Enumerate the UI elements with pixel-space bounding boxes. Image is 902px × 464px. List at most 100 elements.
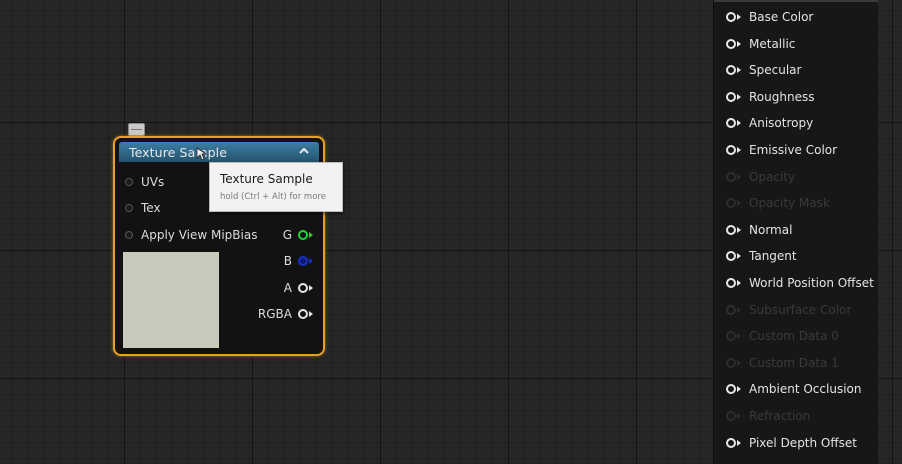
input-pin-apply-view-mipbias[interactable]: Apply View MipBias — [125, 228, 257, 242]
pin-arrow-icon — [309, 311, 313, 317]
pin-arrow-icon — [737, 306, 741, 313]
material-input-label: Custom Data 1 — [749, 355, 839, 370]
material-input-label: Tangent — [749, 249, 797, 264]
result-node-header-edge — [714, 0, 878, 2]
pin-socket-icon[interactable] — [726, 384, 736, 395]
output-pin-b[interactable]: B — [284, 254, 313, 268]
material-input-opacity[interactable]: Opacity — [726, 170, 795, 184]
output-pin-label: A — [283, 281, 292, 295]
material-input-anisotropy[interactable]: Anisotropy — [726, 116, 813, 130]
input-pin-label: Apply View MipBias — [141, 228, 258, 242]
pin-socket-icon[interactable] — [726, 411, 736, 421]
pin-socket-icon[interactable] — [726, 278, 736, 288]
material-input-subsurface-color[interactable]: Subsurface Color — [726, 303, 851, 317]
material-input-pixel-depth-offset[interactable]: Pixel Depth Offset — [726, 436, 857, 450]
pin-socket-icon[interactable] — [726, 65, 736, 76]
pin-arrow-icon — [309, 232, 313, 238]
pin-arrow-icon — [737, 359, 741, 366]
output-pin-label: B — [283, 254, 292, 268]
material-input-label: Opacity Mask — [749, 196, 830, 211]
pin-socket-icon[interactable] — [726, 357, 736, 368]
chevron-up-icon[interactable] — [297, 144, 311, 158]
output-pin-a[interactable]: A — [284, 281, 313, 295]
output-pin-label: G — [282, 228, 292, 242]
pin-socket-icon[interactable] — [125, 178, 133, 186]
pin-socket-icon[interactable] — [125, 204, 133, 212]
pin-socket-icon[interactable] — [298, 256, 308, 266]
material-input-label: Emissive Color — [749, 143, 838, 157]
pin-socket-icon[interactable] — [726, 171, 736, 182]
tooltip-title: Texture Sample — [220, 172, 313, 186]
material-input-base-color[interactable]: Base Color — [726, 10, 813, 24]
pin-socket-icon[interactable] — [726, 12, 736, 22]
input-pin-uvs[interactable]: UVs — [125, 175, 164, 189]
input-pin-tex[interactable]: Tex — [125, 201, 161, 215]
material-input-label: Pixel Depth Offset — [749, 435, 857, 450]
output-pin-g[interactable]: G — [283, 228, 313, 242]
pin-arrow-icon — [737, 386, 741, 393]
material-input-emissive-color[interactable]: Emissive Color — [726, 143, 837, 157]
mouse-cursor-icon — [196, 147, 208, 161]
pin-arrow-icon — [737, 40, 741, 47]
material-input-specular[interactable]: Specular — [726, 63, 801, 77]
pin-socket-icon[interactable] — [125, 231, 133, 239]
pin-arrow-icon — [737, 226, 741, 233]
pin-socket-icon[interactable] — [726, 38, 736, 49]
material-input-custom-data-1[interactable]: Custom Data 1 — [726, 356, 839, 370]
pin-socket-icon[interactable] — [298, 309, 308, 319]
material-input-label: Anisotropy — [749, 116, 814, 131]
material-input-metallic[interactable]: Metallic — [726, 37, 795, 51]
material-input-label: Roughness — [749, 89, 815, 104]
material-input-opacity-mask[interactable]: Opacity Mask — [726, 196, 830, 210]
pin-socket-icon[interactable] — [726, 331, 736, 342]
node-preview-toggle[interactable] — [128, 123, 145, 136]
pin-socket-icon[interactable] — [726, 198, 736, 209]
output-pin-rgba[interactable]: RGBA — [258, 307, 313, 321]
pin-socket-icon[interactable] — [726, 118, 736, 129]
pin-arrow-icon — [309, 285, 313, 291]
material-graph-canvas[interactable]: Texture Sample UVs Tex Apply View MipBia… — [0, 0, 902, 464]
material-input-label: Subsurface Color — [749, 302, 852, 317]
material-input-refraction[interactable]: Refraction — [726, 409, 810, 423]
input-pin-label: UVs — [141, 175, 165, 189]
material-input-normal[interactable]: Normal — [726, 223, 792, 237]
material-input-label: Metallic — [749, 36, 796, 51]
material-input-roughness[interactable]: Roughness — [726, 90, 814, 104]
pin-arrow-icon — [737, 14, 741, 20]
tooltip-hint: hold (Ctrl + Alt) for more — [220, 192, 326, 202]
pin-socket-icon[interactable] — [726, 91, 736, 102]
material-input-tangent[interactable]: Tangent — [726, 249, 797, 263]
node-header[interactable]: Texture Sample — [119, 142, 319, 162]
pin-socket-icon[interactable] — [726, 224, 736, 235]
material-input-label: Refraction — [749, 409, 811, 423]
pin-arrow-icon — [737, 120, 741, 127]
pin-arrow-icon — [737, 253, 741, 260]
output-pin-label: RGBA — [257, 307, 292, 321]
pin-arrow-icon — [737, 333, 741, 340]
material-input-label: Ambient Occlusion — [749, 382, 862, 397]
material-input-label: Specular — [749, 63, 802, 78]
pin-arrow-icon — [737, 200, 741, 207]
pin-arrow-icon — [309, 258, 313, 264]
pin-socket-icon[interactable] — [726, 145, 736, 155]
pin-socket-icon[interactable] — [726, 251, 736, 262]
pin-socket-icon[interactable] — [726, 437, 736, 448]
pin-arrow-icon — [737, 173, 741, 180]
pin-socket-icon[interactable] — [298, 230, 308, 240]
material-input-label: World Position Offset — [749, 276, 874, 290]
material-result-node[interactable]: Base Color Metallic Specular Roughness Aniso… — [713, 0, 878, 464]
material-input-label: Custom Data 0 — [749, 329, 839, 344]
pin-arrow-icon — [737, 147, 741, 153]
material-input-ambient-occlusion[interactable]: Ambient Occlusion — [726, 382, 861, 396]
material-input-custom-data-0[interactable]: Custom Data 0 — [726, 329, 839, 343]
material-input-label: Base Color — [749, 10, 814, 24]
material-input-world-position-offset[interactable]: World Position Offset — [726, 276, 874, 290]
pin-arrow-icon — [737, 67, 741, 74]
material-input-label: Normal — [749, 222, 793, 237]
pin-socket-icon[interactable] — [726, 304, 736, 315]
material-input-label: Opacity — [749, 169, 796, 184]
texture-preview-thumbnail — [123, 252, 219, 348]
pin-socket-icon[interactable] — [298, 283, 308, 293]
node-title: Texture Sample — [129, 145, 228, 160]
pin-arrow-icon — [737, 93, 741, 100]
